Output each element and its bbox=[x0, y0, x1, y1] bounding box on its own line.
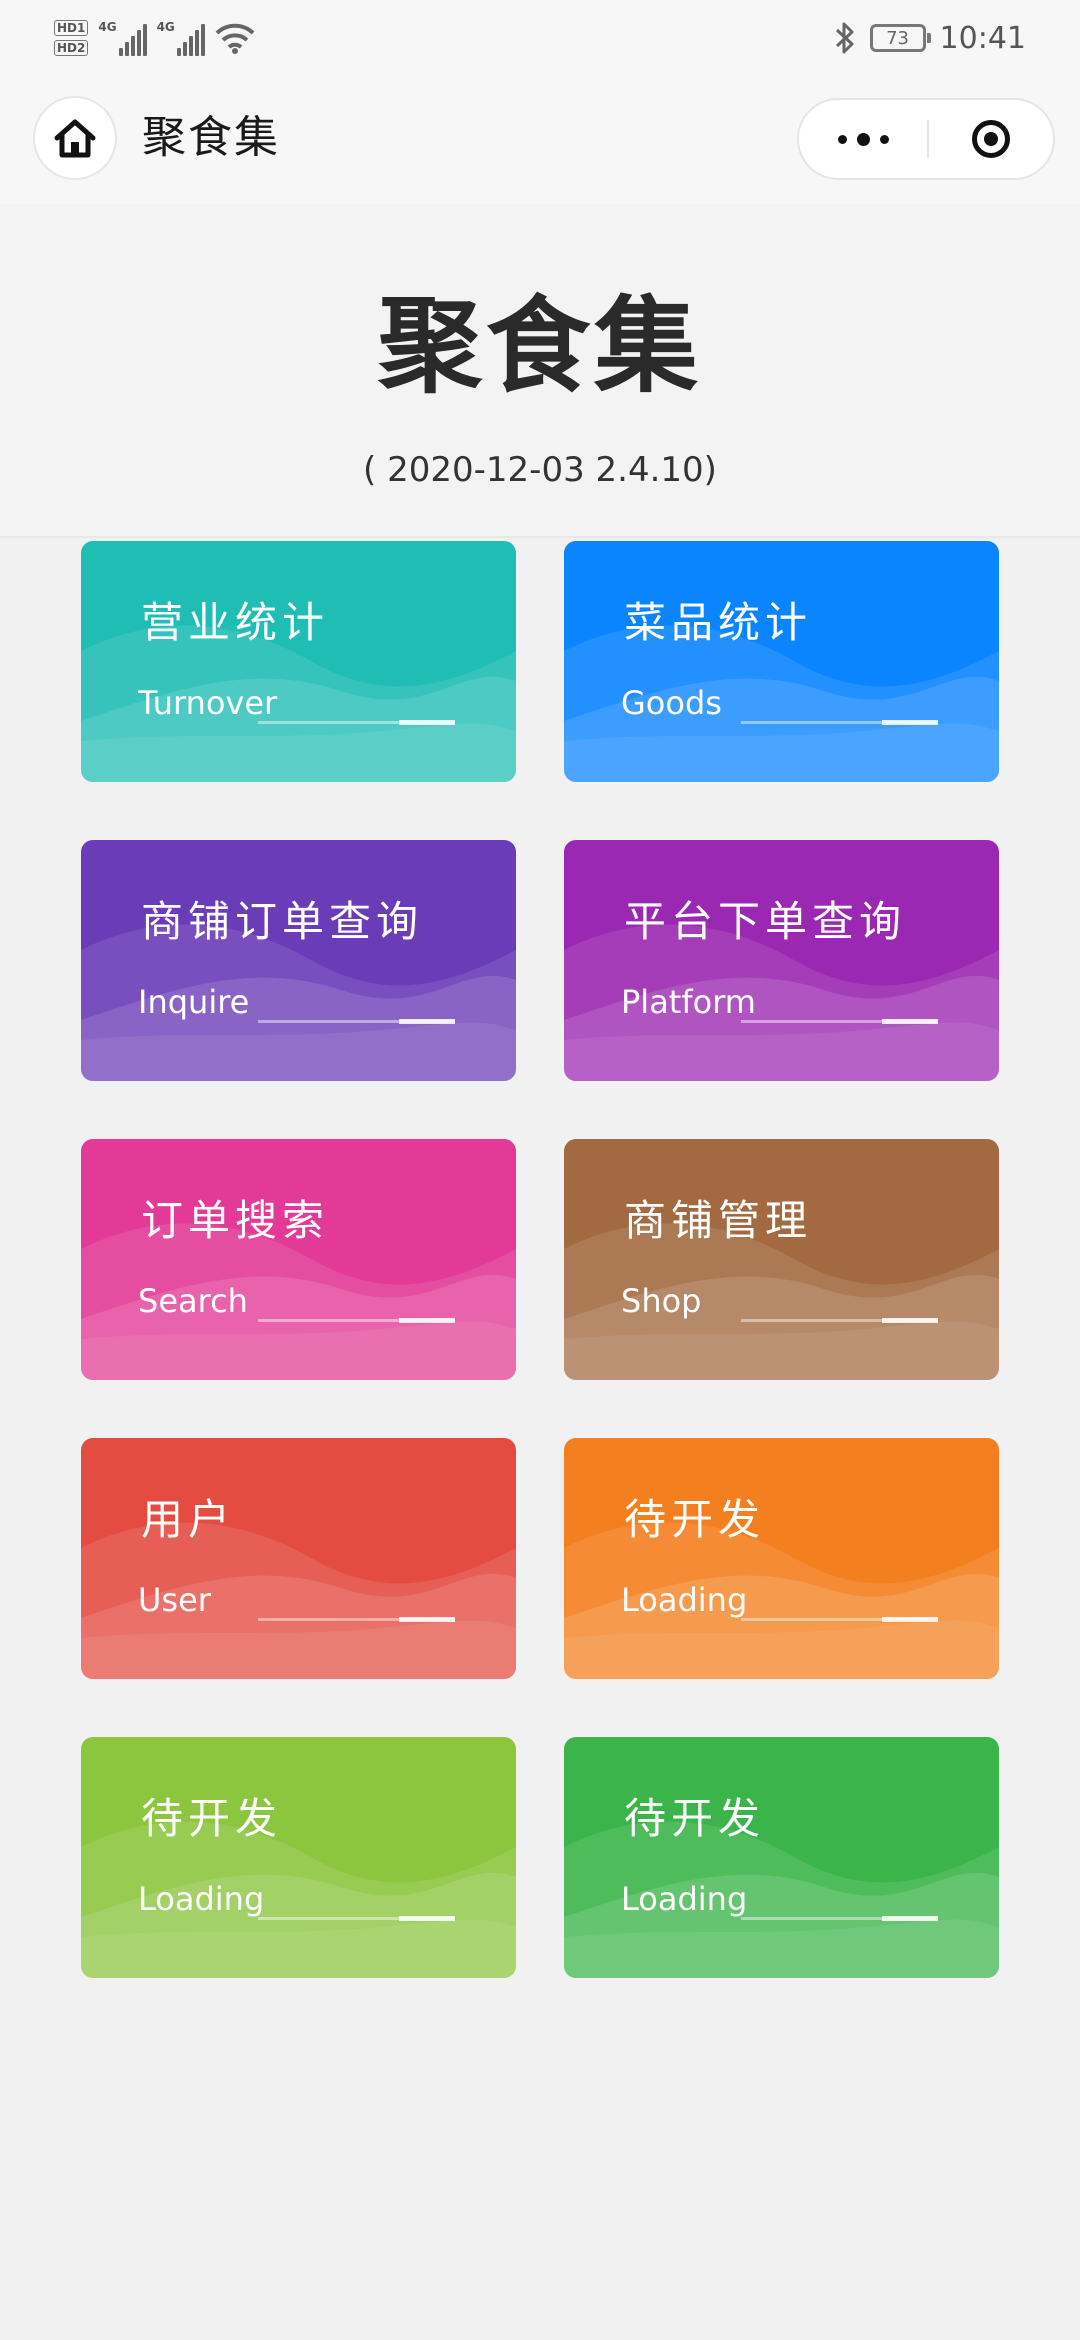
card-subtitle: Inquire bbox=[138, 983, 250, 1021]
card-title: 商铺管理 bbox=[624, 1196, 813, 1245]
wave-decoration bbox=[564, 1522, 999, 1679]
card-subtitle: Turnover bbox=[138, 684, 278, 722]
network-type-label-1: 4G bbox=[98, 20, 117, 34]
home-icon bbox=[54, 119, 96, 158]
more-button[interactable] bbox=[799, 100, 927, 178]
card-underline-accent bbox=[399, 1318, 455, 1323]
signal-icon-sim1: 4G bbox=[98, 20, 147, 56]
card-title: 待开发 bbox=[141, 1794, 283, 1843]
page-header: 聚食集 ( 2020-12-03 2.4.10) bbox=[0, 204, 1080, 538]
card-title: 用户 bbox=[141, 1495, 236, 1544]
battery-level: 73 bbox=[886, 27, 909, 49]
wifi-icon bbox=[215, 23, 255, 54]
card-subtitle: Loading bbox=[621, 1581, 748, 1619]
card-underline-accent bbox=[399, 1916, 455, 1921]
status-bar: HD1 HD2 4G 4G 73 10:41 bbox=[0, 0, 1080, 72]
wave-decoration bbox=[81, 1522, 516, 1679]
card-loading-1[interactable]: 待开发 Loading bbox=[564, 1438, 999, 1679]
wave-decoration bbox=[564, 625, 999, 782]
card-loading-3[interactable]: 待开发 Loading bbox=[564, 1737, 999, 1978]
card-platform[interactable]: 平台下单查询 Platform bbox=[564, 840, 999, 1081]
home-button[interactable] bbox=[33, 96, 117, 180]
mini-program-capsule bbox=[797, 98, 1055, 180]
card-search[interactable]: 订单搜索 Search bbox=[81, 1139, 516, 1380]
close-circle-dot bbox=[984, 132, 998, 146]
navigation-title: 聚食集 bbox=[142, 112, 280, 163]
card-underline-accent bbox=[399, 1617, 455, 1622]
card-subtitle: Loading bbox=[138, 1880, 265, 1918]
close-circle-icon bbox=[972, 120, 1010, 158]
more-dot-center bbox=[856, 132, 870, 146]
card-subtitle: Goods bbox=[621, 684, 722, 722]
wave-decoration bbox=[81, 1223, 516, 1380]
bluetooth-icon bbox=[835, 22, 854, 54]
card-title: 待开发 bbox=[624, 1794, 766, 1843]
version-label: ( 2020-12-03 2.4.10) bbox=[363, 450, 717, 490]
card-title: 订单搜索 bbox=[141, 1196, 330, 1245]
card-underline-accent bbox=[882, 1318, 938, 1323]
network-type-label-2: 4G bbox=[156, 20, 175, 34]
close-button[interactable] bbox=[929, 100, 1053, 178]
card-inquire[interactable]: 商铺订单查询 Inquire bbox=[81, 840, 516, 1081]
card-underline-accent bbox=[882, 1916, 938, 1921]
clock: 10:41 bbox=[939, 20, 1026, 56]
card-subtitle: User bbox=[138, 1581, 211, 1619]
status-left: HD1 HD2 4G 4G bbox=[54, 14, 255, 62]
card-title: 营业统计 bbox=[141, 598, 330, 647]
card-title: 菜品统计 bbox=[624, 598, 813, 647]
card-subtitle: Shop bbox=[621, 1282, 702, 1320]
card-title: 商铺订单查询 bbox=[141, 897, 424, 946]
card-subtitle: Platform bbox=[621, 983, 756, 1021]
card-subtitle: Loading bbox=[621, 1880, 748, 1918]
hd-badge-1: HD1 bbox=[54, 20, 89, 36]
card-goods[interactable]: 菜品统计 Goods bbox=[564, 541, 999, 782]
card-loading-2[interactable]: 待开发 Loading bbox=[81, 1737, 516, 1978]
wave-decoration bbox=[81, 1821, 516, 1978]
card-underline-accent bbox=[399, 720, 455, 725]
wave-decoration bbox=[564, 1223, 999, 1380]
card-user[interactable]: 用户 User bbox=[81, 1438, 516, 1679]
card-underline-accent bbox=[399, 1019, 455, 1024]
card-underline-accent bbox=[882, 1617, 938, 1622]
more-dot-right bbox=[879, 134, 889, 144]
card-underline-accent bbox=[882, 720, 938, 725]
card-underline-accent bbox=[882, 1019, 938, 1024]
card-title: 平台下单查询 bbox=[624, 897, 907, 946]
card-subtitle: Search bbox=[138, 1282, 248, 1320]
card-turnover[interactable]: 营业统计 Turnover bbox=[81, 541, 516, 782]
hd-badge-2: HD2 bbox=[54, 40, 89, 56]
battery-icon: 73 bbox=[869, 24, 931, 52]
navigation-bar: 聚食集 bbox=[0, 72, 1080, 204]
hd-indicators: HD1 HD2 bbox=[54, 20, 89, 56]
signal-icon-sim2: 4G bbox=[157, 20, 205, 56]
card-shop[interactable]: 商铺管理 Shop bbox=[564, 1139, 999, 1380]
status-right: 73 10:41 bbox=[834, 14, 1026, 62]
card-title: 待开发 bbox=[624, 1495, 766, 1544]
brand-title: 聚食集 bbox=[377, 284, 702, 407]
wave-decoration bbox=[81, 924, 516, 1081]
wave-decoration bbox=[564, 1821, 999, 1978]
wave-decoration bbox=[81, 625, 516, 782]
more-dots-icon bbox=[837, 134, 847, 144]
wave-decoration bbox=[564, 924, 999, 1081]
